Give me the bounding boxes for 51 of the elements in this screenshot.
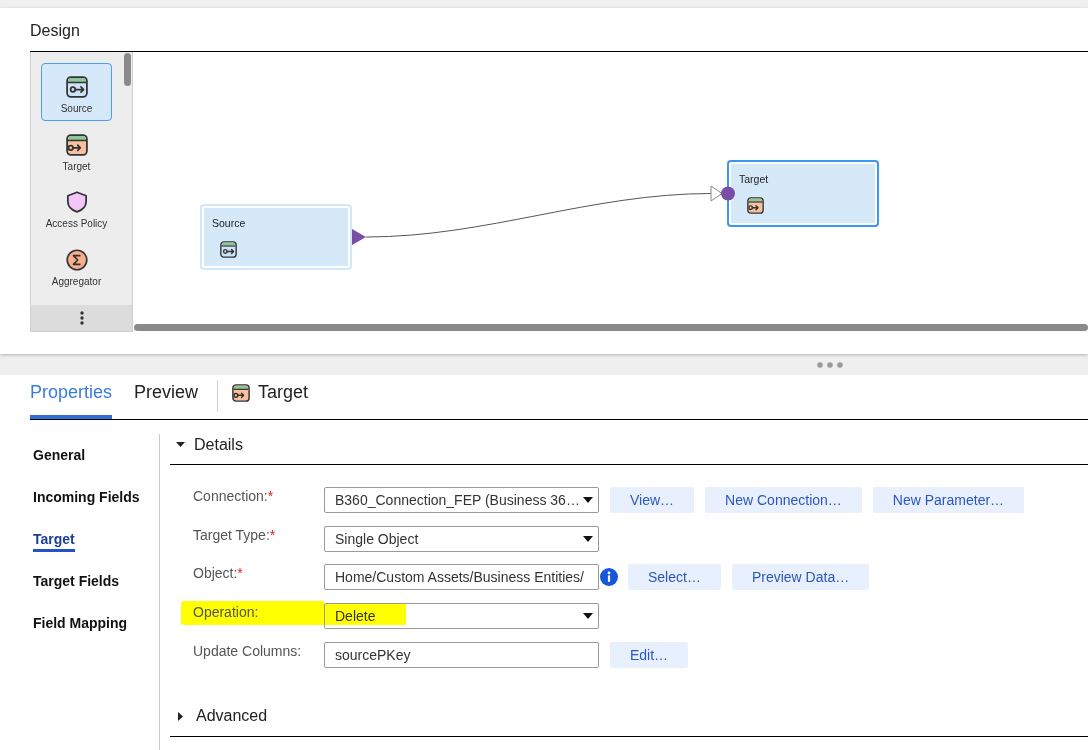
field-label: Object:* (193, 564, 244, 583)
dropdown[interactable]: Delete (324, 603, 599, 630)
action-button[interactable]: Select… (628, 564, 721, 591)
dropdown[interactable]: B360_Connection_FEP (Business 36… (324, 487, 599, 513)
context-title: Target (258, 382, 309, 403)
section-nav-item[interactable]: Field Mapping (33, 614, 128, 636)
section-header[interactable]: Details (170, 434, 1088, 465)
node-label: Target (739, 173, 769, 185)
section-nav-item[interactable]: Target Fields (33, 572, 120, 594)
text-field[interactable]: sourcePKey (324, 641, 599, 668)
palette-item[interactable]: Target (41, 120, 112, 178)
card-arrow-out-icon (65, 76, 88, 98)
scrollbar-thumb[interactable] (134, 324, 1088, 331)
text-field[interactable]: Home/Custom Assets/Business Entities/ (324, 564, 599, 591)
field-label: Target Type:* (193, 525, 277, 544)
palette-item[interactable]: Source (41, 63, 112, 121)
input-port-icon[interactable] (710, 185, 735, 202)
action-button[interactable]: Preview Data… (731, 564, 870, 591)
field-label: Connection:* (193, 487, 275, 505)
palette-item[interactable]: Access Policy (41, 178, 112, 236)
info-icon[interactable] (600, 568, 618, 587)
dropdown[interactable]: Single Object (324, 525, 599, 552)
action-button[interactable]: New Parameter… (872, 487, 1025, 513)
action-button[interactable]: New Connection… (705, 487, 862, 513)
node-label: Source (212, 217, 246, 229)
section-nav-item[interactable]: Target (33, 530, 75, 552)
dropdown-caret-icon (583, 535, 593, 542)
caret-down-icon (176, 442, 185, 447)
shield-icon (65, 191, 88, 213)
tab[interactable]: Preview (134, 375, 199, 419)
tab[interactable]: Properties (30, 375, 113, 419)
sigma-circle-icon (65, 248, 88, 271)
panel-title: Design (30, 22, 80, 39)
caret-right-icon (178, 711, 183, 721)
card-arrow-out-icon (220, 241, 237, 258)
more-icon (79, 311, 84, 325)
drag-handle-icon[interactable] (817, 361, 843, 368)
section-header[interactable]: Advanced (170, 705, 1088, 737)
card-arrow-in-icon (232, 383, 251, 402)
action-button[interactable]: View… (610, 487, 695, 513)
card-arrow-in-icon (65, 133, 88, 156)
card-arrow-in-icon (747, 197, 764, 214)
dropdown-caret-icon (583, 613, 593, 620)
section-nav-item[interactable]: General (33, 446, 86, 468)
dropdown-caret-icon (583, 497, 593, 503)
palette-item[interactable]: Aggregator (41, 235, 112, 293)
section-nav-item[interactable]: Incoming Fields (33, 488, 140, 510)
scrollbar-thumb[interactable] (124, 53, 131, 86)
action-button[interactable]: Edit… (610, 641, 689, 668)
field-label: Update Columns: (193, 641, 303, 660)
field-label: Operation: (181, 601, 324, 626)
